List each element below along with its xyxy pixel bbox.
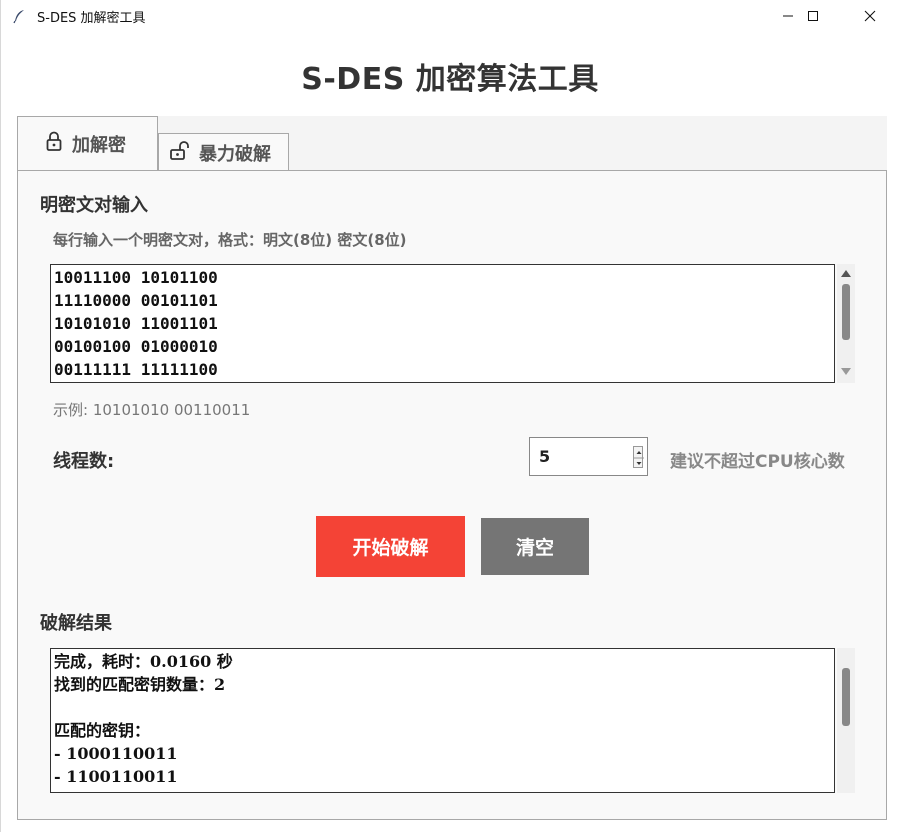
start-crack-button[interactable]: 开始破解 (316, 516, 465, 577)
unlock-icon (169, 139, 191, 166)
threads-label: 线程数: (53, 451, 115, 472)
brute-force-panel: 明密文对输入 每行输入一个明密文对，格式：明文(8位) 密文(8位) 10011… (17, 170, 887, 820)
pairs-textarea[interactable]: 10011100 10101100 11110000 00101101 1010… (50, 264, 835, 383)
scroll-thumb[interactable] (842, 668, 850, 726)
window-title: S-DES 加解密工具 (37, 11, 146, 26)
pairs-scrollbar[interactable] (837, 264, 855, 383)
tab-brute-force[interactable]: 暴力破解 (158, 133, 289, 171)
input-hint: 每行输入一个明密文对，格式：明文(8位) 密文(8位) (53, 231, 407, 249)
threads-value: 5 (539, 447, 551, 466)
example-text: 示例: 10101010 00110011 (53, 401, 251, 419)
page-title: S-DES 加密算法工具 (301, 62, 599, 97)
scroll-up-icon[interactable] (841, 270, 851, 277)
scroll-down-icon[interactable] (841, 368, 851, 375)
client-area: S-DES 加密算法工具 加解密 暴力破解 明密文对输入 每行输入一个明密文对，… (1, 32, 898, 832)
lock-icon (44, 130, 64, 157)
app-window: S-DES 加解密工具 S-DES 加密算法工具 加解密 暴力破解 明密文对输入… (0, 0, 898, 832)
scroll-thumb[interactable] (842, 284, 850, 340)
close-button[interactable] (847, 0, 893, 32)
threads-suggestion: 建议不超过CPU核心数 (670, 452, 845, 472)
result-scrollbar[interactable] (837, 648, 855, 793)
clear-button[interactable]: 清空 (481, 518, 589, 575)
title-bar: S-DES 加解密工具 (1, 0, 898, 32)
spin-arrows[interactable] (633, 446, 644, 468)
threads-spinbox[interactable]: 5 (529, 437, 648, 476)
maximize-button[interactable] (790, 0, 836, 32)
tab-encrypt-decrypt[interactable]: 加解密 (17, 116, 158, 170)
input-section-label: 明密文对输入 (40, 195, 148, 216)
result-textarea[interactable]: 完成，耗时：0.0160 秒 找到的匹配密钥数量：2 匹配的密钥： - 1000… (50, 648, 835, 793)
result-section-label: 破解结果 (40, 613, 112, 634)
feather-icon (11, 8, 27, 24)
tab-label: 加解密 (72, 134, 126, 156)
tab-label: 暴力破解 (199, 143, 271, 165)
